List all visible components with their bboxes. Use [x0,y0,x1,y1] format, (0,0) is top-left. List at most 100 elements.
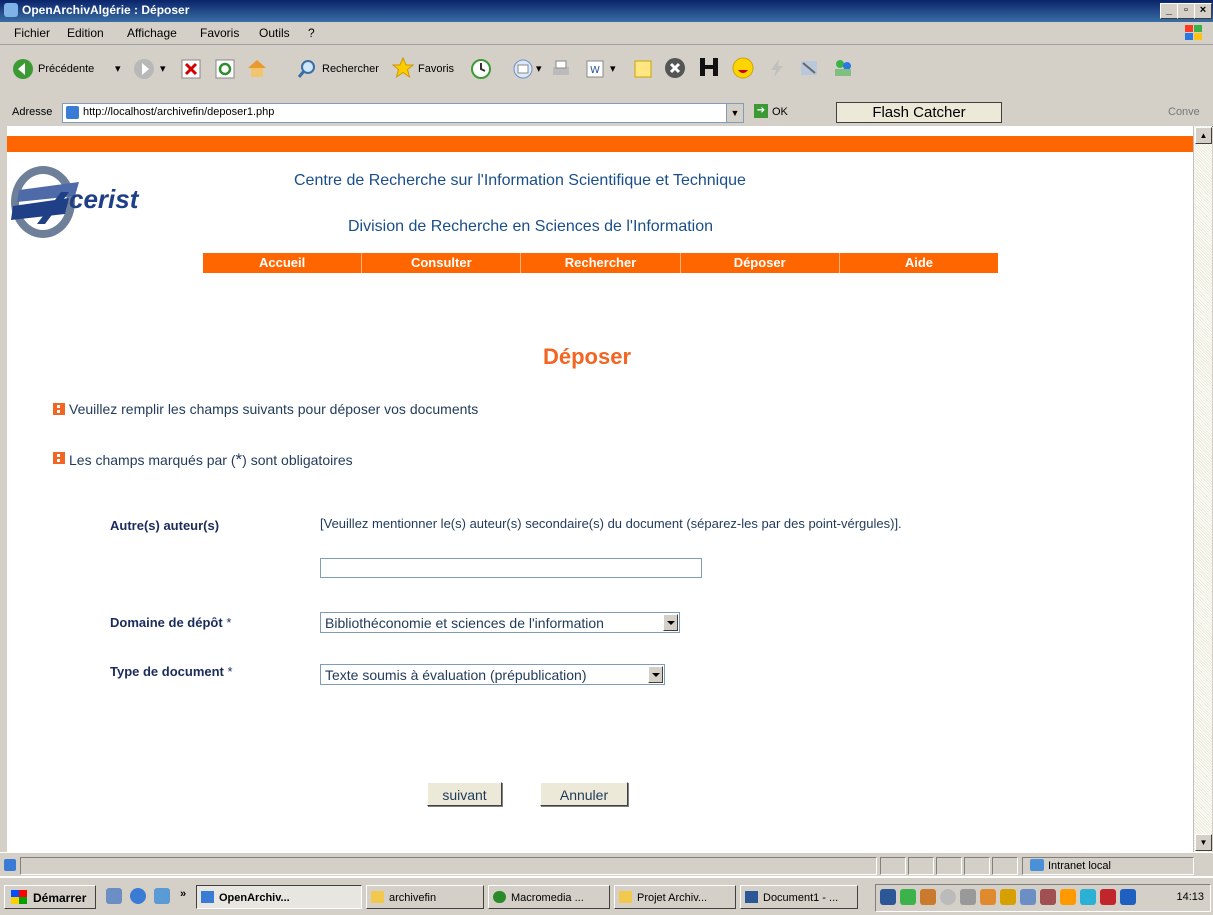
close-button[interactable]: × [1194,3,1212,19]
nav-aide[interactable]: Aide [840,253,998,273]
windows-logo-icon [1185,25,1202,40]
go-button[interactable]: OK [772,106,788,118]
nav-accueil[interactable]: Accueil [203,253,363,273]
quicklaunch-desktop-icon[interactable] [106,888,122,904]
nav-deposer[interactable]: Déposer [681,253,840,273]
window-titlebar[interactable]: OpenArchivAlgérie : Déposer _ ▫ × [0,0,1213,22]
go-arrow-icon[interactable]: ➔ [754,104,768,118]
menu-favoris[interactable]: Favoris [200,26,239,40]
scroll-down-icon[interactable]: ▼ [1195,834,1212,851]
lightning-icon[interactable] [1060,889,1076,905]
info-fill-fields: Veuillez remplir les champs suivants pou… [69,401,479,417]
vertical-scrollbar[interactable]: ▲ ▼ [1193,126,1212,852]
system-tray: 14:13 [875,884,1211,912]
tray-app-icon[interactable] [960,889,976,905]
tray-app-icon[interactable] [920,889,936,905]
tray-app-icon[interactable] [1040,889,1056,905]
nav-consulter[interactable]: Consulter [362,253,522,273]
address-label: Adresse [12,106,53,118]
taskbar-app-document1[interactable]: Document1 - ... [740,885,858,909]
messenger-icon[interactable] [832,57,854,79]
nav-rechercher[interactable]: Rechercher [521,253,681,273]
address-url[interactable]: http://localhost/archivefin/deposer1.php [83,106,274,118]
tray-app-icon[interactable] [1020,889,1036,905]
flash-catcher-button[interactable]: Flash Catcher [836,102,1002,123]
autres-auteurs-label: Autre(s) auteur(s) [110,518,220,533]
scroll-up-icon[interactable]: ▲ [1195,127,1212,144]
type-document-label: Type de document * [110,664,233,679]
history-icon[interactable] [470,58,492,80]
svg-text:cerist: cerist [69,184,140,214]
back-label[interactable]: Précédente [38,63,94,75]
type-document-select[interactable]: Texte soumis à évaluation (prépublicatio… [320,664,665,685]
toolbar: Précédente ▾ ▾ Rechercher Favoris ▾ W ▾ [0,45,1213,102]
suivant-button[interactable]: suivant [427,782,502,806]
edit-word-icon[interactable]: W [584,58,606,80]
required-mark: * [227,664,233,679]
tray-app-icon[interactable] [1120,889,1136,905]
language-icon[interactable] [880,889,896,905]
info-required-fields: Les champs marqués par (*) sont obligato… [69,450,353,470]
search-label[interactable]: Rechercher [322,63,379,75]
tray-app-icon[interactable] [1080,889,1096,905]
lightning-icon[interactable] [766,57,788,79]
note-icon[interactable] [632,58,654,80]
tray-app-icon[interactable] [900,889,916,905]
tray-app-icon[interactable] [1000,889,1016,905]
menu-outils[interactable]: Outils [259,26,290,40]
address-dropdown-icon[interactable]: ▼ [726,104,743,122]
chevron-down-icon[interactable] [663,614,678,631]
quicklaunch-more-icon[interactable]: » [180,888,186,900]
start-button[interactable]: Démarrer [4,885,96,909]
forward-dropdown-icon[interactable]: ▾ [160,62,166,75]
edit-dropdown-icon[interactable]: ▾ [610,62,616,75]
tray-app-icon[interactable] [1100,889,1116,905]
h-icon[interactable] [698,56,720,78]
taskbar-app-label: Macromedia ... [511,892,584,904]
address-input[interactable]: http://localhost/archivefin/deposer1.php… [62,103,744,123]
taskbar-app-archivefin[interactable]: archivefin [366,885,484,909]
menu-affichage[interactable]: Affichage [127,26,177,40]
home-icon[interactable] [246,57,268,79]
mail-dropdown-icon[interactable]: ▾ [536,62,542,75]
stop-icon[interactable] [180,58,202,80]
taskbar-app-macromedia[interactable]: Macromedia ... [488,885,610,909]
quicklaunch-ie-icon[interactable] [130,888,146,904]
favorites-icon[interactable] [392,57,414,79]
tray-app-icon[interactable] [940,889,956,905]
menu-edition[interactable]: Edition [67,26,104,40]
menu-help[interactable]: ? [308,26,315,40]
convert-label[interactable]: Conve [1168,106,1200,118]
search-icon[interactable] [296,58,318,80]
back-icon[interactable] [12,58,34,80]
windows-flag-icon [11,890,27,904]
minimize-button[interactable]: _ [1160,3,1178,19]
domaine-select[interactable]: Bibliothéconomie et sciences de l'inform… [320,612,680,633]
autres-auteurs-input[interactable] [320,558,702,578]
favorites-label[interactable]: Favoris [418,63,454,75]
status-segment [880,857,906,875]
restore-button[interactable]: ▫ [1177,3,1195,19]
page-status-icon [4,859,16,871]
window-left-edge [0,126,7,852]
chevron-down-icon[interactable] [648,666,663,683]
forward-icon[interactable] [133,58,155,80]
refresh-icon[interactable] [214,58,236,80]
close-circle-icon[interactable] [664,57,686,79]
annuler-button[interactable]: Annuler [540,782,628,806]
mail-icon[interactable] [512,58,534,80]
back-dropdown-icon[interactable]: ▾ [115,62,121,75]
print-icon[interactable] [550,58,572,80]
tray-app-icon[interactable] [980,889,996,905]
tools-icon[interactable] [798,57,820,79]
smiley-icon[interactable] [732,57,754,79]
clock[interactable]: 14:13 [1176,891,1204,903]
quicklaunch-ie2-icon[interactable] [154,888,170,904]
page-title: Déposer [543,344,632,369]
status-segment [908,857,934,875]
menu-fichier[interactable]: Fichier [14,26,50,40]
domaine-select-value: Bibliothéconomie et sciences de l'inform… [325,615,604,631]
taskbar-app-openarchiv[interactable]: OpenArchiv... [196,885,362,909]
taskbar-app-projet-archiv[interactable]: Projet Archiv... [614,885,736,909]
info-required-suffix: ) sont obligatoires [242,452,353,468]
